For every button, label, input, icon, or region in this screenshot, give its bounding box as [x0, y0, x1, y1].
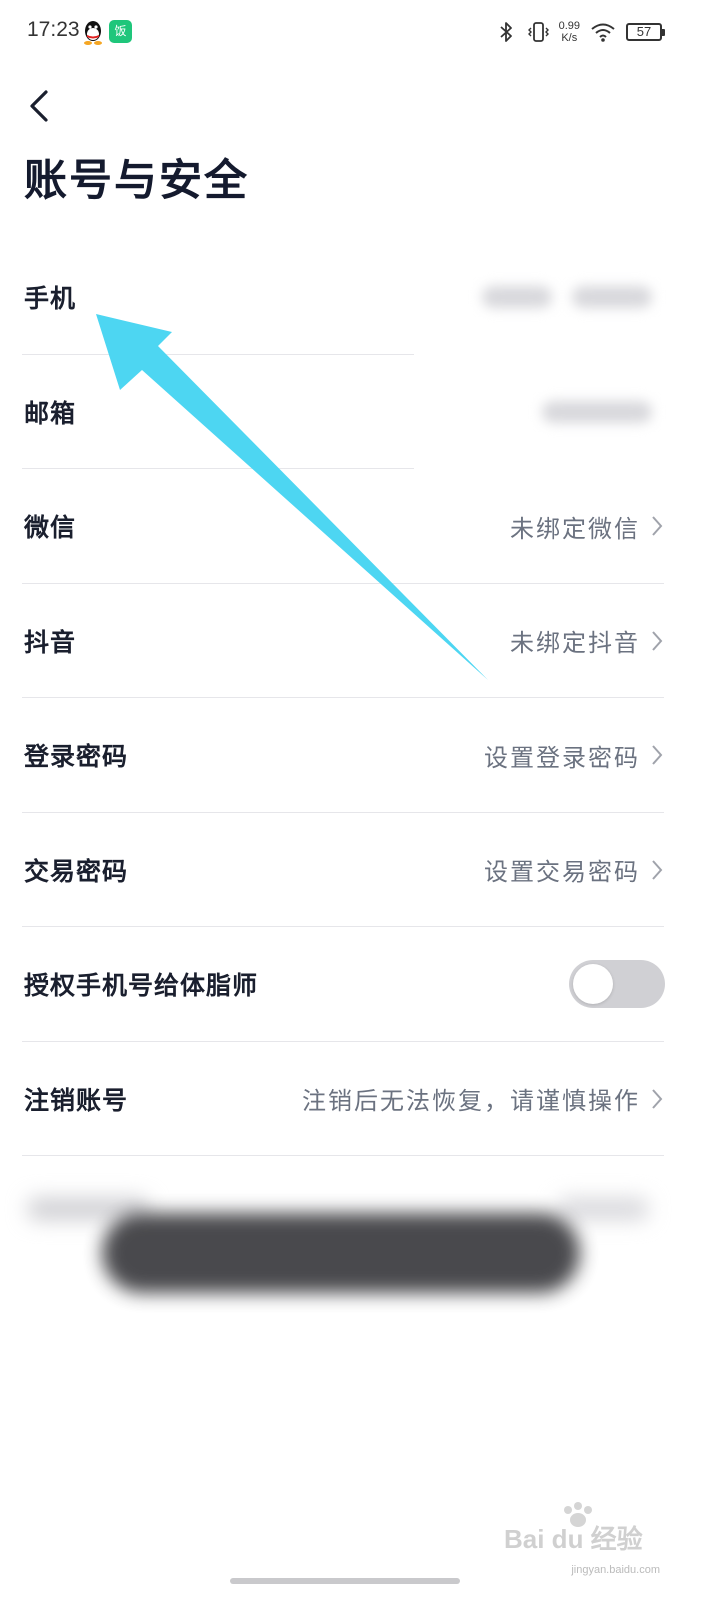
blurred-email-value	[542, 400, 652, 423]
row-value-area: 设置登录密码	[484, 738, 664, 773]
blurred-phone-value	[482, 286, 652, 309]
blurred-action-button	[102, 1213, 580, 1293]
row-label: 微信	[24, 513, 77, 543]
settings-list: 手机 邮箱 微信 未绑定微信 抖音 未绑定抖音 登录密码 设置登录密码 交易密码…	[0, 240, 702, 1156]
app-icon: 饭	[109, 20, 132, 43]
settings-row-delete-account[interactable]: 注销账号 注销后无法恢复，请谨慎操作	[0, 1042, 702, 1156]
settings-row-authorize-phone: 授权手机号给体脂师	[0, 927, 702, 1042]
row-value: 设置登录密码	[484, 743, 640, 772]
row-label: 注销账号	[24, 1085, 129, 1115]
row-value-area: 注销后无法恢复，请谨慎操作	[302, 1081, 664, 1116]
authorize-phone-toggle[interactable]	[569, 960, 665, 1009]
row-value: 未绑定微信	[510, 514, 640, 543]
row-label: 交易密码	[24, 856, 129, 886]
qq-icon	[84, 21, 102, 45]
wifi-icon	[591, 23, 615, 42]
row-value: 注销后无法恢复，请谨慎操作	[302, 1087, 640, 1116]
settings-row-trade-password[interactable]: 交易密码 设置交易密码	[0, 813, 702, 927]
divider	[22, 1155, 664, 1156]
network-speed-value: 0.99	[558, 20, 580, 32]
page-title: 账号与安全	[24, 156, 249, 206]
row-value-area: 设置交易密码	[484, 852, 664, 887]
chevron-right-icon	[652, 1089, 663, 1109]
chevron-right-icon	[652, 860, 663, 880]
status-time: 17:23	[27, 18, 80, 41]
settings-row-login-password[interactable]: 登录密码 设置登录密码	[0, 698, 702, 813]
row-label: 抖音	[24, 627, 77, 657]
row-value: 设置交易密码	[484, 858, 640, 887]
chevron-right-icon	[652, 745, 663, 765]
row-label: 登录密码	[24, 742, 129, 772]
row-label: 授权手机号给体脂师	[24, 971, 259, 1001]
chevron-left-icon	[30, 90, 48, 122]
network-speed: 0.99 K/s	[559, 20, 580, 44]
home-indicator[interactable]	[230, 1578, 460, 1584]
status-icons: 0.99 K/s 57	[495, 16, 665, 48]
row-value-area	[482, 286, 664, 309]
row-value-area	[569, 960, 665, 1009]
baidu-jingyan-watermark: Bai du 经验	[504, 1502, 643, 1554]
watermark-url: jingyan.baidu.com	[571, 1564, 660, 1576]
row-label: 邮箱	[24, 398, 77, 428]
battery-icon: 57	[626, 23, 665, 41]
row-value-area	[542, 400, 664, 423]
row-value: 未绑定抖音	[510, 629, 640, 658]
row-value-area: 未绑定微信	[510, 509, 664, 544]
settings-row-phone[interactable]: 手机	[0, 240, 702, 355]
back-button[interactable]	[24, 86, 60, 126]
settings-row-email[interactable]: 邮箱	[0, 355, 702, 469]
toggle-knob	[573, 964, 613, 1005]
vibrate-icon	[527, 22, 549, 42]
settings-row-wechat[interactable]: 微信 未绑定微信	[0, 469, 702, 584]
status-bar: 17:23 饭 0.99 K/s 57	[0, 0, 702, 64]
row-label: 手机	[24, 284, 77, 314]
watermark-logo-text: Bai du 经验	[504, 1524, 643, 1554]
bluetooth-icon	[499, 22, 512, 42]
chevron-right-icon	[652, 516, 663, 536]
row-value-area: 未绑定抖音	[510, 623, 664, 658]
network-speed-unit: K/s	[561, 32, 578, 44]
chevron-right-icon	[652, 631, 663, 651]
settings-row-douyin[interactable]: 抖音 未绑定抖音	[0, 584, 702, 698]
